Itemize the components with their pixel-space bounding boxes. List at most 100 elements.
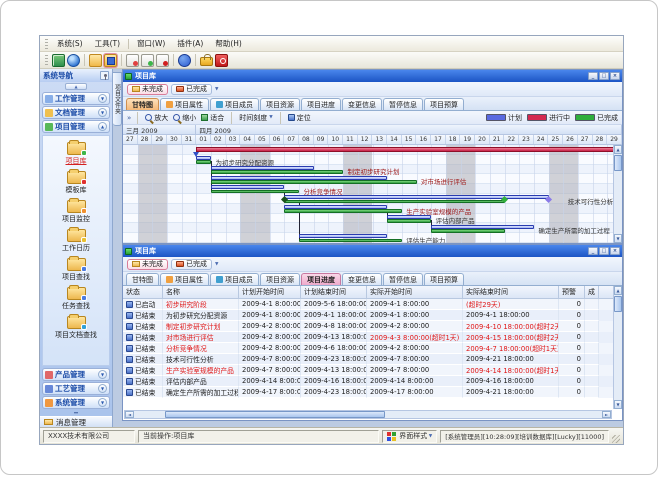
menu-item-3[interactable]: 插件(A) [171, 37, 209, 50]
task-bar-actual[interactable] [211, 180, 416, 184]
collapse-up-icon[interactable]: ▲ [65, 83, 87, 90]
task-bar-plan[interactable] [299, 234, 387, 238]
scroll-left-button[interactable]: ◄ [125, 411, 134, 418]
chevron-down-icon[interactable]: ▼ [98, 108, 107, 117]
column-header-预警[interactable]: 预警 [559, 286, 585, 299]
table-row[interactable]: 已结束技术可行性分析2009-4-7 8:00:002009-4-23 18:0… [123, 354, 613, 365]
table-row[interactable]: 已结束对市场进行评估2009-4-2 8:00:002009-4-13 18:0… [123, 332, 613, 343]
scroll-up-button[interactable]: ▲ [614, 145, 622, 154]
column-header-实际开始时间[interactable]: 实际开始时间 [367, 286, 463, 299]
sidebar-group-项目管理[interactable]: 项目管理▲ [42, 120, 110, 133]
exit-icon[interactable] [215, 54, 228, 67]
task-bar-actual[interactable] [284, 200, 504, 204]
folder-open-icon[interactable] [89, 54, 102, 67]
scroll-down-button[interactable]: ▼ [614, 400, 622, 409]
table-row[interactable]: 已结束评估内部产品2009-4-14 8:00:002009-4-16 18:0… [123, 376, 613, 387]
doc-check-icon[interactable] [141, 54, 154, 67]
doc-new-icon[interactable] [126, 54, 139, 67]
filter-button-未完成[interactable]: 未完成 [127, 84, 168, 95]
task-bar-plan[interactable] [211, 166, 314, 170]
folder-save-icon[interactable] [104, 54, 117, 67]
task-bar-actual[interactable] [387, 219, 431, 223]
scroll-down-button[interactable]: ▼ [614, 234, 622, 243]
toolbar-grip-handle[interactable] [45, 55, 48, 65]
filter-overflow-icon[interactable]: ▼ [215, 87, 218, 92]
tab-甘特图[interactable]: 甘特图 [126, 273, 159, 285]
doc-delete-icon[interactable] [156, 54, 169, 67]
task-bar-plan[interactable] [196, 156, 211, 160]
task-bar-actual[interactable] [196, 160, 211, 164]
table-row[interactable]: 已结束制定初步研究计划2009-4-2 8:00:002009-4-8 18:0… [123, 321, 613, 332]
tab-变更信息[interactable]: 变更信息 [342, 273, 382, 285]
tab-项目成员[interactable]: 项目成员 [210, 98, 259, 110]
tab-项目成员[interactable]: 项目成员 [210, 273, 259, 285]
filter-button-未完成[interactable]: 未完成 [127, 259, 168, 270]
tool-适合[interactable]: 适合 [200, 113, 225, 123]
chevron-down-icon[interactable]: ▼ [98, 94, 107, 103]
globe-icon[interactable] [67, 54, 80, 67]
maximize-button[interactable]: □ [599, 72, 609, 80]
task-bar-plan[interactable] [211, 185, 284, 189]
sidebar-item-项目监控[interactable]: 项目监控 [62, 200, 90, 224]
tool-放大[interactable]: 放大 [144, 113, 169, 123]
sidebar-group-系统管理[interactable]: 系统管理▼ [42, 396, 110, 409]
column-header-计划结束时间[interactable]: 计划结束时间 [301, 286, 367, 299]
scroll-thumb[interactable] [614, 155, 622, 171]
pin-icon[interactable] [100, 71, 109, 80]
task-bar-actual[interactable] [299, 239, 402, 243]
task-bar-actual[interactable] [284, 209, 401, 213]
chevron-up-icon[interactable]: ▲ [98, 122, 107, 131]
filter-overflow-icon[interactable]: ▼ [215, 262, 218, 267]
scroll-right-button[interactable]: ► [602, 411, 611, 418]
task-bar-plan[interactable] [284, 205, 387, 209]
sidebar-item-项目查找[interactable]: 项目查找 [62, 258, 90, 282]
table-hscrollbar[interactable]: ◄► [124, 410, 612, 419]
minimize-button[interactable]: _ [588, 72, 598, 80]
sidebar-group-工作管理[interactable]: 工作管理▼ [42, 92, 110, 105]
sidebar-item-模板库[interactable]: 模板库 [66, 171, 87, 195]
tab-项目进度[interactable]: 项目进度 [301, 98, 341, 110]
task-bar-plan[interactable] [284, 195, 548, 199]
chevron-down-icon[interactable]: ▼ [98, 398, 107, 407]
tool-定位[interactable]: 定位 [287, 113, 312, 123]
computer-icon[interactable] [52, 54, 65, 67]
folder-vertical-tab[interactable]: 项目文件夹 [113, 72, 122, 126]
menu-grip-handle[interactable] [45, 39, 48, 49]
help-icon[interactable] [178, 54, 191, 67]
table-window-titlebar[interactable]: 项目库 _□× [123, 245, 622, 257]
table-row[interactable]: 已结束分析竞争情况2009-4-2 8:00:002009-4-6 18:00:… [123, 343, 613, 354]
tab-项目预算[interactable]: 项目预算 [424, 98, 464, 110]
menu-item-4[interactable]: 帮助(H) [209, 37, 248, 50]
menu-item-2[interactable]: 窗口(W) [131, 37, 171, 50]
lock-icon[interactable] [200, 57, 213, 66]
tab-项目属性[interactable]: 项目属性 [160, 273, 209, 285]
table-row[interactable]: 已启动初步研究阶段2009-4-1 8:00:002009-5-6 18:00:… [123, 299, 613, 310]
resize-grip[interactable] [612, 435, 620, 443]
scroll-thumb[interactable] [165, 411, 385, 418]
tool-缩小[interactable]: 缩小 [172, 113, 197, 123]
task-bar-plan[interactable] [387, 215, 431, 219]
overflow-chevron-icon[interactable]: » [127, 114, 131, 122]
close-button[interactable]: × [610, 247, 620, 255]
maximize-button[interactable]: □ [599, 247, 609, 255]
close-button[interactable]: × [610, 72, 620, 80]
sidebar-item-工作日历[interactable]: 工作日历 [62, 229, 90, 253]
task-bar-actual[interactable] [211, 190, 299, 194]
tab-项目属性[interactable]: 项目属性 [160, 98, 209, 110]
chevron-down-icon[interactable]: ▼ [98, 384, 107, 393]
message-tab[interactable]: 消息管理 [40, 416, 112, 427]
sidebar-item-项目库[interactable]: 项目库 [66, 142, 87, 166]
table-row[interactable]: 已结束生产实验室规模的产品2009-4-7 8:00:002009-4-13 1… [123, 365, 613, 376]
column-header-名称[interactable]: 名称 [163, 286, 239, 299]
sidebar-group-产品管理[interactable]: 产品管理▼ [42, 368, 110, 381]
chart-vscrollbar[interactable]: ▲▼ [613, 145, 622, 243]
sidebar-group-文档管理[interactable]: 文档管理▼ [42, 106, 110, 119]
filter-button-已完成[interactable]: 已完成 [171, 259, 212, 270]
sidebar-item-任务查找[interactable]: 任务查找 [62, 287, 90, 311]
chevron-down-icon[interactable]: ▼ [98, 370, 107, 379]
gantt-window-titlebar[interactable]: 项目库 _□× [123, 70, 622, 82]
tab-项目资源[interactable]: 项目资源 [260, 98, 300, 110]
task-bar-actual[interactable] [211, 170, 343, 174]
tab-暂停信息[interactable]: 暂停信息 [383, 98, 423, 110]
task-bar-plan[interactable] [431, 225, 534, 229]
